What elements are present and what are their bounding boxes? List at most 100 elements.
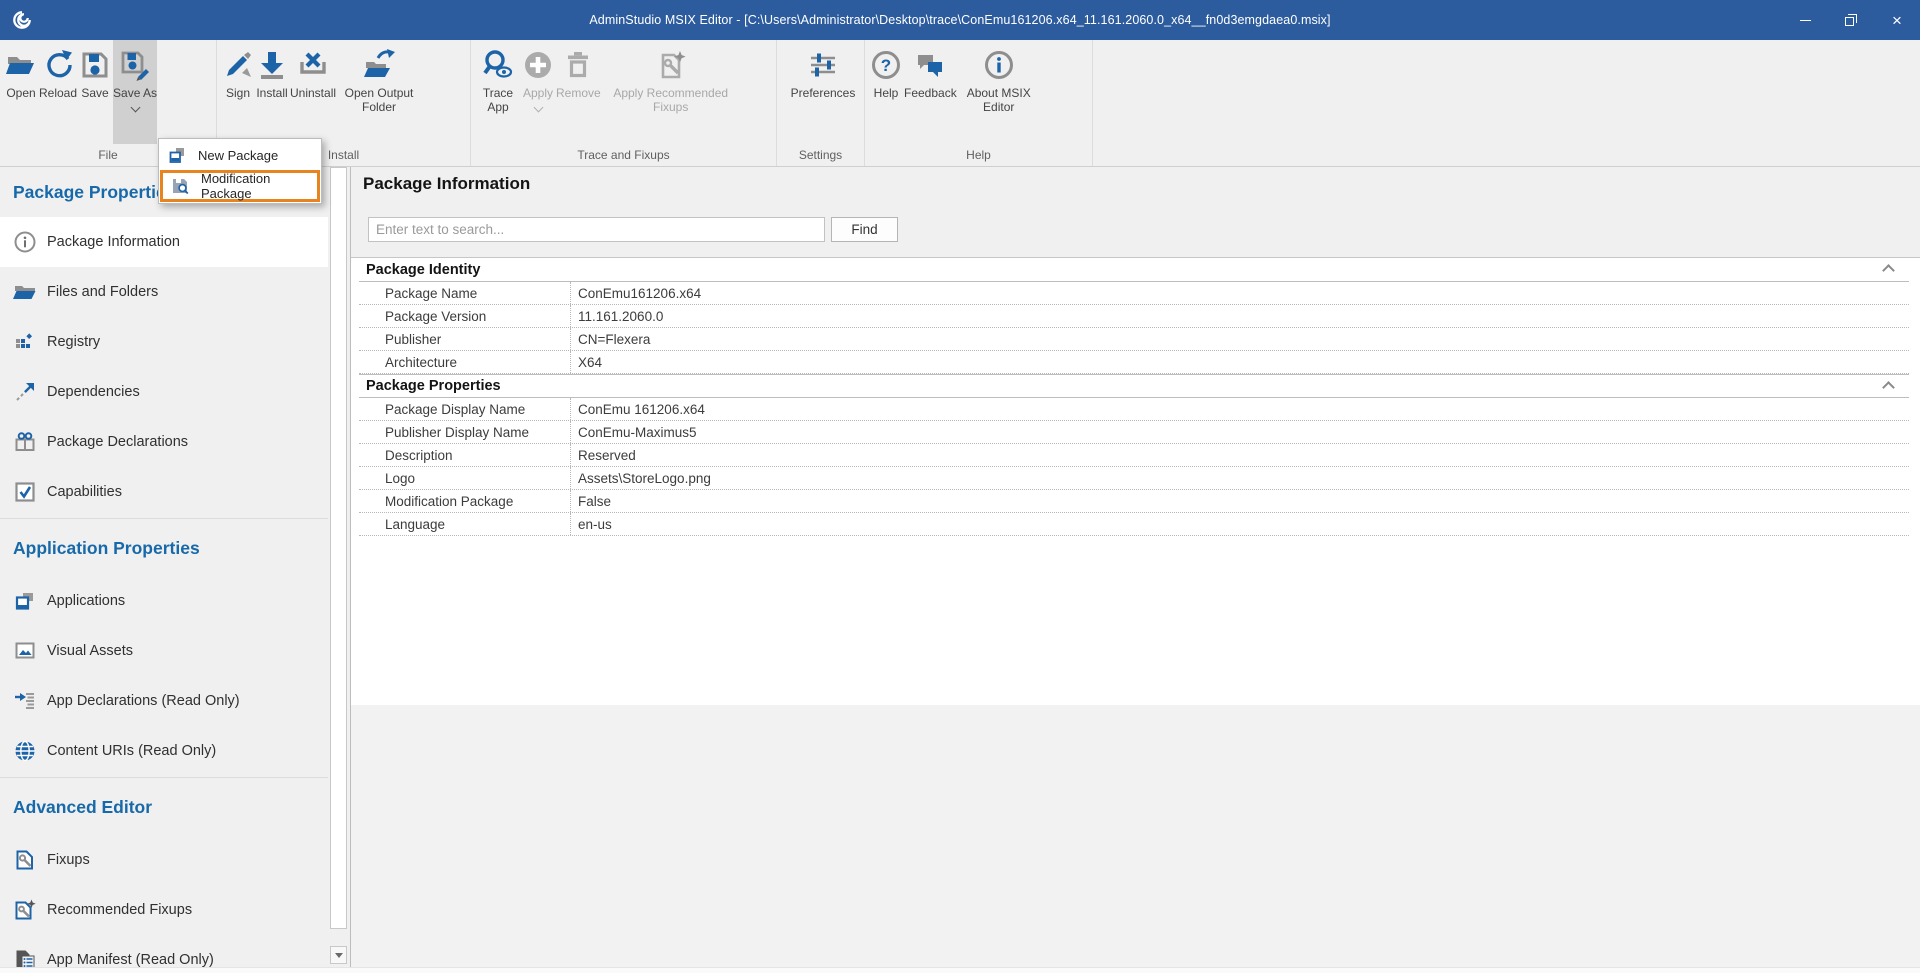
sidebar-item-label: Capabilities (47, 484, 122, 500)
sidebar-item-content-uris[interactable]: Content URIs (Read Only) (0, 726, 328, 776)
bottom-strip (0, 967, 1920, 973)
collapse-chevron-icon[interactable] (1882, 381, 1895, 394)
sidebar-item-label: Registry (47, 334, 100, 350)
window-title: AdminStudio MSIX Editor - [C:\Users\Admi… (0, 13, 1920, 27)
sidebar-item-capabilities[interactable]: Capabilities (0, 467, 328, 517)
sidebar-item-visual-assets[interactable]: Visual Assets (0, 626, 328, 676)
save-as-button[interactable]: Save As (113, 40, 157, 144)
scrollbar-down-button[interactable] (330, 946, 347, 964)
apply-button: Apply (522, 40, 554, 144)
sidebar-item-dependencies[interactable]: Dependencies (0, 367, 328, 417)
preferences-button[interactable]: Preferences (791, 40, 856, 144)
open-button[interactable]: Open (5, 40, 37, 144)
dependencies-arrow-icon (13, 380, 37, 404)
table-row: Publisher CN=Flexera (359, 328, 1909, 351)
uninstall-icon (297, 49, 329, 81)
search-panel: Find (351, 200, 1920, 258)
row-value[interactable]: 11.161.2060.0 (571, 305, 1909, 327)
row-value[interactable]: ConEmu161206.x64 (571, 282, 1909, 304)
trace-app-button[interactable]: Trace App (476, 40, 520, 144)
menu-item-modification-package[interactable]: Modification Package (163, 173, 317, 199)
fixups-wrench-doc-icon (13, 848, 37, 872)
apply-recommended-fixups-label: Apply Recommended Fixups (603, 86, 739, 114)
globe-icon (13, 739, 37, 763)
sidebar-item-registry[interactable]: Registry (0, 317, 328, 367)
sidebar-item-fixups[interactable]: Fixups (0, 835, 328, 885)
row-value[interactable]: Assets\StoreLogo.png (571, 467, 1909, 489)
row-value[interactable]: False (571, 490, 1909, 512)
row-label: Description (359, 444, 571, 466)
sidebar-item-package-declarations[interactable]: Package Declarations (0, 417, 328, 467)
save-as-dropdown-menu: New Package Modification Package (158, 138, 322, 204)
open-label: Open (6, 86, 35, 100)
new-package-icon (168, 146, 186, 164)
sidebar-item-package-information[interactable]: Package Information (0, 217, 328, 267)
table-row: Modification Package False (359, 490, 1909, 513)
section-header-package-properties[interactable]: Package Properties (359, 374, 1909, 398)
install-arrow-icon (256, 49, 288, 81)
save-as-label: Save As (113, 86, 157, 100)
close-button[interactable]: × (1874, 0, 1920, 40)
trace-app-label: Trace App (476, 86, 520, 114)
find-button[interactable]: Find (831, 217, 898, 242)
row-label: Logo (359, 467, 571, 489)
about-msix-editor-button[interactable]: About MSIX Editor (959, 40, 1039, 144)
sidebar-item-label: App Manifest (Read Only) (47, 952, 214, 968)
save-button[interactable]: Save (79, 40, 111, 144)
table-row: Package Display Name ConEmu 161206.x64 (359, 398, 1909, 421)
row-value[interactable]: Reserved (571, 444, 1909, 466)
row-value[interactable]: CN=Flexera (571, 328, 1909, 350)
sidebar-item-recommended-fixups[interactable]: Recommended Fixups (0, 885, 328, 935)
row-value[interactable]: ConEmu-Maximus5 (571, 421, 1909, 443)
row-value[interactable]: X64 (571, 351, 1909, 373)
preferences-label: Preferences (791, 86, 856, 100)
sidebar-item-applications[interactable]: Applications (0, 576, 328, 626)
apply-dropdown-chevron-icon (533, 103, 543, 113)
minimize-button[interactable] (1782, 0, 1828, 40)
menu-item-new-package[interactable]: New Package (160, 140, 320, 170)
sign-button[interactable]: Sign (222, 40, 254, 144)
group-label-settings: Settings (777, 144, 864, 166)
sidebar-item-label: App Declarations (Read Only) (47, 693, 240, 709)
sidebar-divider (0, 518, 328, 519)
section-header-package-identity[interactable]: Package Identity (359, 258, 1909, 282)
empty-area (351, 705, 1920, 973)
section-header-label: Package Properties (366, 378, 501, 394)
collapse-chevron-icon[interactable] (1882, 264, 1895, 277)
row-value[interactable]: en-us (571, 513, 1909, 535)
install-label: Install (256, 86, 287, 100)
open-output-folder-button[interactable]: Open Output Folder (338, 40, 420, 144)
uninstall-label: Uninstall (290, 86, 336, 100)
remove-label: Remove (556, 86, 601, 100)
restore-button[interactable] (1828, 0, 1874, 40)
table-row: Architecture X64 (359, 351, 1909, 374)
ribbon-group-trace-fixups: Trace App Apply Remove Apply Recommended… (471, 40, 777, 166)
feedback-bubbles-icon (914, 49, 946, 81)
sidebar-item-label: Dependencies (47, 384, 140, 400)
help-button[interactable]: ? Help (870, 40, 902, 144)
row-value[interactable]: ConEmu 161206.x64 (571, 398, 1909, 420)
reload-button[interactable]: Reload (39, 40, 77, 144)
sidebar-item-files-and-folders[interactable]: Files and Folders (0, 267, 328, 317)
row-label: Package Display Name (359, 398, 571, 420)
reload-label: Reload (39, 86, 77, 100)
sign-pencil-icon (222, 49, 254, 81)
gift-box-icon (13, 430, 37, 454)
search-input[interactable] (368, 217, 825, 242)
feedback-button[interactable]: Feedback (904, 40, 957, 144)
restore-icon (1845, 14, 1857, 26)
scrollbar-track[interactable] (330, 167, 347, 929)
applications-windows-icon (13, 589, 37, 613)
sidebar-item-app-declarations[interactable]: App Declarations (Read Only) (0, 676, 328, 726)
menu-item-new-package-label: New Package (198, 148, 278, 163)
row-label: Publisher Display Name (359, 421, 571, 443)
help-question-icon: ? (870, 49, 902, 81)
folder-icon (13, 280, 37, 304)
apply-label: Apply (523, 86, 553, 100)
uninstall-button[interactable]: Uninstall (290, 40, 336, 144)
open-output-folder-icon (363, 49, 395, 81)
ribbon-group-settings: Preferences Settings (777, 40, 865, 166)
save-as-dropdown-chevron-icon (130, 103, 140, 113)
install-button[interactable]: Install (256, 40, 288, 144)
ribbon-group-help: ? Help Feedback About MSIX Editor Help (865, 40, 1093, 166)
